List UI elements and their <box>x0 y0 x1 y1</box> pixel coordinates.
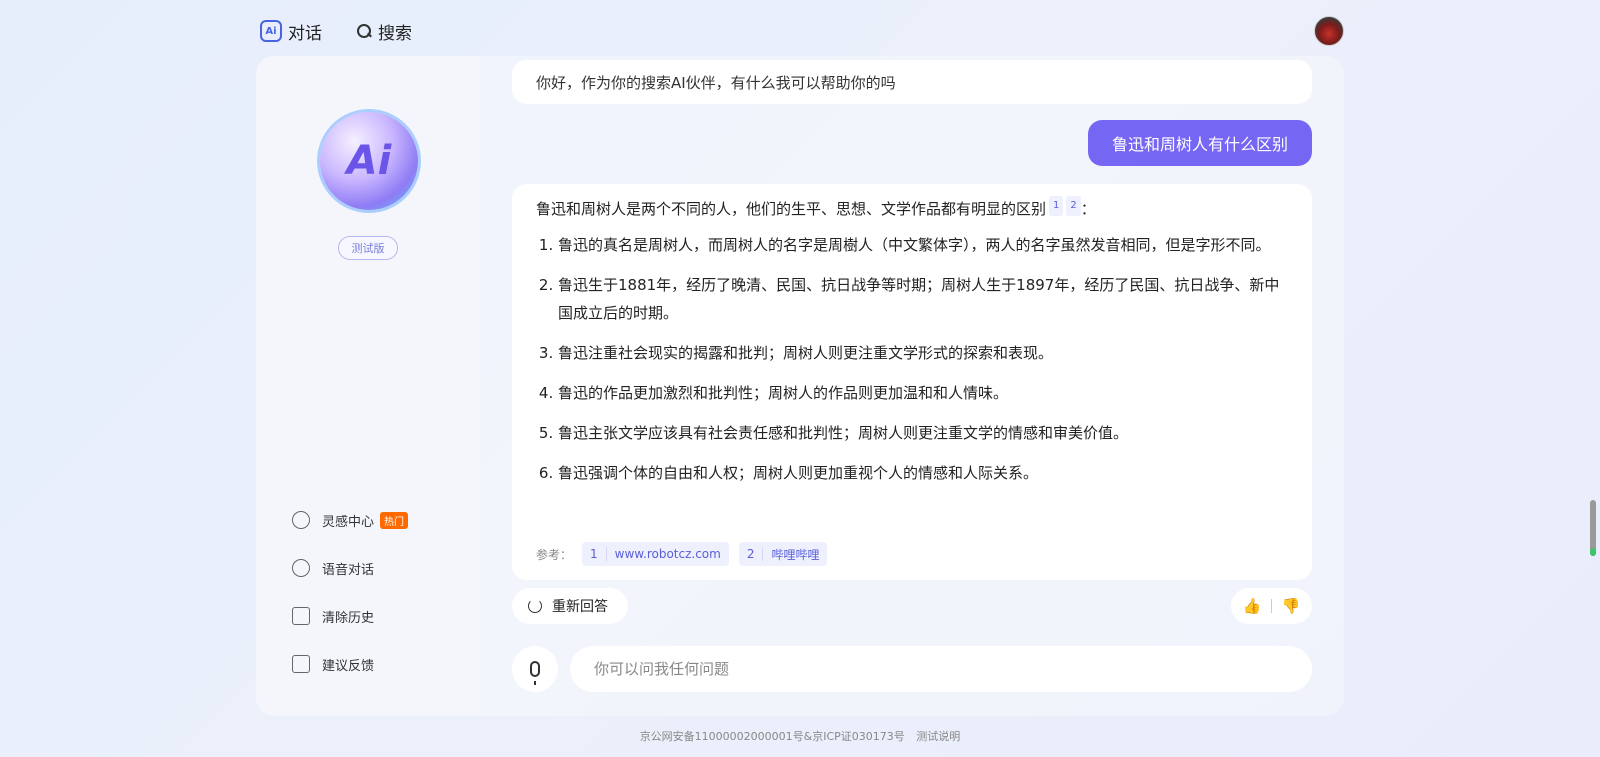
hot-badge: 热门 <box>380 511 409 529</box>
sidebar: Ai 测试版 灵感中心 热门 语音对话 清除历史 建议反馈 <box>256 56 480 716</box>
sidebar-item-label: 建议反馈 <box>322 658 375 674</box>
list-item: 鲁迅主张文学应该具有社会责任感和批判性；周树人则更注重文学的情感和审美价值。 <box>558 419 1288 447</box>
sidebar-item-label: 灵感中心 <box>322 514 375 530</box>
sidebar-item-label: 语音对话 <box>322 562 375 578</box>
ai-logo-icon: Ai <box>260 20 282 42</box>
headphones-icon <box>292 559 310 577</box>
citation-1[interactable]: 1 <box>1049 196 1064 216</box>
vote-group: 👍 👎 <box>1231 588 1312 624</box>
citation-2[interactable]: 2 <box>1066 196 1081 216</box>
icp-text: 京公网安备11000002000001号&京ICP证030173号 <box>639 730 905 743</box>
beta-badge: 测试版 <box>338 236 398 260</box>
feedback-icon <box>292 655 310 673</box>
assistant-answer: 鲁迅和周树人是两个不同的人，他们的生平、思想、文学作品都有明显的区别12： 鲁迅… <box>512 184 1312 580</box>
nav-search-label: 搜索 <box>378 23 412 44</box>
ref-link-2[interactable]: 2 哔哩哔哩 <box>738 542 828 566</box>
list-item: 鲁迅强调个体的自由和人权；周树人则更加重视个人的情感和人际关系。 <box>558 459 1288 487</box>
test-note-link[interactable]: 测试说明 <box>916 730 960 743</box>
list-item: 鲁迅注重社会现实的揭露和批判；周树人则更注重文学形式的探索和表现。 <box>558 339 1288 367</box>
trash-icon <box>292 607 310 625</box>
thumbs-up-icon[interactable]: 👍 <box>1243 597 1262 615</box>
nav-search[interactable]: 搜索 <box>356 19 412 44</box>
list-item: 鲁迅的作品更加激烈和批判性；周树人的作品则更加温和和人情味。 <box>558 379 1288 407</box>
sidebar-item-clear-history[interactable]: 清除历史 <box>292 592 408 640</box>
thumbs-down-icon[interactable]: 👎 <box>1282 597 1301 615</box>
ai-brand-logo: Ai <box>320 112 418 210</box>
regenerate-button[interactable]: 重新回答 <box>512 588 628 624</box>
main-panel: Ai 测试版 灵感中心 热门 语音对话 清除历史 建议反馈 你好，作为你的搜索A… <box>256 56 1344 716</box>
footer: 京公网安备11000002000001号&京ICP证030173号 测试说明 <box>0 728 1600 744</box>
voice-input-button[interactable] <box>512 646 558 692</box>
bulb-icon <box>292 511 310 529</box>
sidebar-item-feedback[interactable]: 建议反馈 <box>292 640 408 688</box>
assistant-greeting: 你好，作为你的搜索AI伙伴，有什么我可以帮助你的吗 <box>512 60 1312 104</box>
sidebar-item-label: 清除历史 <box>322 610 375 626</box>
microphone-icon <box>530 661 540 685</box>
answer-intro: 鲁迅和周树人是两个不同的人，他们的生平、思想、文学作品都有明显的区别 1 2： <box>536 196 1288 219</box>
user-question: 鲁迅和周树人有什么区别 <box>1087 120 1312 166</box>
ref-link-1[interactable]: 1 www.robotcz.com <box>582 542 729 566</box>
list-item: 鲁迅的真名是周树人，而周树人的名字是周樹人（中文繁体字），两人的名字虽然发音相同… <box>558 231 1288 259</box>
sidebar-item-voice[interactable]: 语音对话 <box>292 544 408 592</box>
nav-dialog[interactable]: Ai 对话 <box>260 19 322 44</box>
answer-list: 鲁迅的真名是周树人，而周树人的名字是周樹人（中文繁体字），两人的名字虽然发音相同… <box>536 231 1288 487</box>
search-icon <box>356 23 372 39</box>
avatar[interactable] <box>1314 16 1344 46</box>
list-item: 鲁迅生于1881年，经历了晚清、民国、抗日战争等时期；周树人生于1897年，经历… <box>558 271 1288 327</box>
chat-input[interactable] <box>570 646 1312 692</box>
scroll-indicator <box>1590 548 1596 556</box>
refresh-icon <box>528 599 542 613</box>
divider <box>1271 599 1272 613</box>
top-nav: Ai 对话 搜索 <box>260 16 412 46</box>
references: 参考： 1 www.robotcz.com 2 哔哩哔哩 <box>536 542 828 566</box>
sidebar-item-inspiration[interactable]: 灵感中心 热门 <box>292 496 409 544</box>
nav-dialog-label: 对话 <box>288 23 322 44</box>
refs-label: 参考： <box>536 547 573 562</box>
chat-area: 你好，作为你的搜索AI伙伴，有什么我可以帮助你的吗 鲁迅和周树人有什么区别 鲁迅… <box>512 56 1312 716</box>
sidebar-menu: 灵感中心 热门 语音对话 清除历史 建议反馈 <box>292 496 409 688</box>
